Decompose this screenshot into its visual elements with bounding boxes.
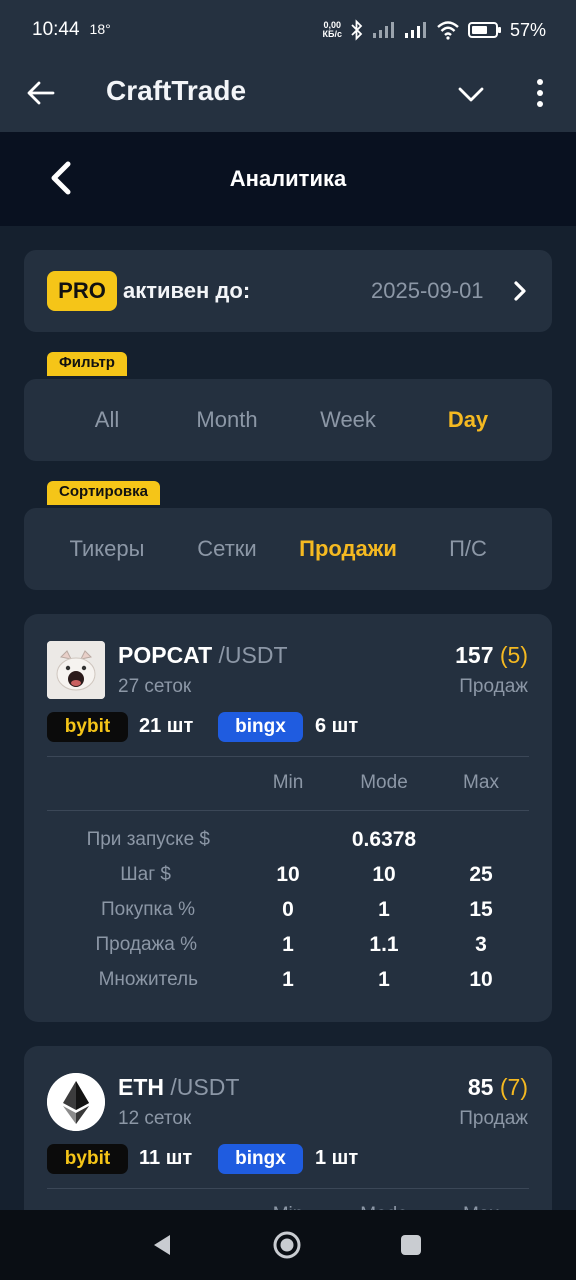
page-header: Аналитика xyxy=(0,132,576,226)
row-value-launch-mode: 0.6378 xyxy=(351,828,417,851)
sales-count: 85 xyxy=(467,1074,494,1100)
filter-tab-day[interactable]: Day xyxy=(408,407,528,433)
sales-label: Продаж xyxy=(459,1108,528,1129)
pro-expiry-date: 2025-09-01 xyxy=(371,278,484,303)
column-max: Max xyxy=(463,772,499,793)
square-recent-icon[interactable] xyxy=(400,1234,422,1256)
ticker-symbol: ETH xyxy=(118,1074,164,1100)
app-title: CraftTrade xyxy=(106,75,247,106)
exchange-badge-bybit: bybit xyxy=(47,1144,128,1174)
filter-tabs: All Month Week Day xyxy=(24,379,552,461)
row-value-step-min: 10 xyxy=(276,863,300,886)
wifi-icon xyxy=(437,21,459,40)
sort-tab-sales[interactable]: Продажи xyxy=(288,536,408,562)
signal-icon xyxy=(372,22,394,38)
network-speed: 0,00 КБ/с xyxy=(323,21,342,39)
ticker-quote: /USDT xyxy=(218,642,288,668)
system-nav-bar xyxy=(0,1210,576,1280)
grid-count: 27 сеток xyxy=(118,676,192,697)
column-mode: Mode xyxy=(360,772,408,793)
filter-tab-month[interactable]: Month xyxy=(167,407,287,433)
row-value-buy-mode: 1 xyxy=(378,898,390,921)
ethereum-icon xyxy=(47,1073,105,1131)
ticker-card-popcat[interactable]: POPCAT /USDT 27 сеток 157 (5) Продаж byb… xyxy=(24,614,552,1022)
sales-total: 85 (7) xyxy=(468,1074,528,1101)
sort-tab-tickers[interactable]: Тикеры xyxy=(47,536,167,562)
circle-home-icon[interactable] xyxy=(272,1230,302,1260)
row-value-buy-min: 0 xyxy=(282,898,294,921)
more-vertical-icon[interactable] xyxy=(530,77,550,109)
sort-tab-grids[interactable]: Сетки xyxy=(167,536,287,562)
status-time: 10:44 xyxy=(32,19,80,40)
row-value-sell-min: 1 xyxy=(282,933,294,956)
row-value-buy-max: 15 xyxy=(469,898,493,921)
pro-subscription-row[interactable]: PRO активен до: 2025-09-01 xyxy=(24,250,552,332)
row-label-launch: При запуске $ xyxy=(86,829,210,850)
divider xyxy=(47,756,529,757)
chevron-right-icon xyxy=(514,281,526,301)
filter-tab-week[interactable]: Week xyxy=(288,407,408,433)
filter-tab-all[interactable]: All xyxy=(47,407,167,433)
row-value-sell-max: 3 xyxy=(475,933,487,956)
sales-extra: (7) xyxy=(499,1074,528,1100)
exchange-badge-bingx: bingx xyxy=(218,712,303,742)
row-value-multiplier-max: 10 xyxy=(469,968,493,991)
row-label-step: Шаг $ xyxy=(120,864,171,885)
ticker-symbol: POPCAT xyxy=(118,642,213,668)
sales-label: Продаж xyxy=(459,676,528,697)
bluetooth-icon xyxy=(351,19,363,41)
battery-icon xyxy=(467,22,501,38)
row-value-multiplier-min: 1 xyxy=(282,968,294,991)
row-value-sell-mode: 1.1 xyxy=(369,933,399,956)
ticker-pair: POPCAT /USDT xyxy=(118,642,288,669)
divider xyxy=(47,1188,529,1189)
chevron-down-icon[interactable] xyxy=(456,80,486,110)
exchange-count-bingx: 6 шт xyxy=(315,715,359,737)
column-min: Min xyxy=(272,772,304,793)
row-label-multiplier: Множитель xyxy=(98,969,198,990)
exchange-count-bybit: 11 шт xyxy=(139,1147,193,1169)
sales-extra: (5) xyxy=(499,642,528,668)
battery-percent: 57% xyxy=(509,19,546,40)
status-temperature: 18° xyxy=(89,21,111,37)
pro-badge: PRO xyxy=(47,271,117,311)
status-icons: 0,00 КБ/с 57% xyxy=(323,19,546,41)
row-value-multiplier-mode: 1 xyxy=(378,968,390,991)
exchange-count-bingx: 1 шт xyxy=(315,1147,359,1169)
triangle-back-icon[interactable] xyxy=(150,1233,174,1257)
eth-avatar xyxy=(47,1073,105,1131)
page-title: Аналитика xyxy=(229,166,347,191)
exchange-badge-bybit: bybit xyxy=(47,712,128,742)
row-value-step-max: 25 xyxy=(469,863,493,886)
divider xyxy=(47,810,529,811)
pro-active-label: активен до: xyxy=(123,278,251,303)
ticker-quote: /USDT xyxy=(170,1074,240,1100)
row-label-buy: Покупка % xyxy=(100,899,195,920)
app-bar: CraftTrade xyxy=(0,60,576,132)
arrow-left-icon[interactable] xyxy=(26,78,56,108)
exchange-badge-bingx: bingx xyxy=(218,1144,303,1174)
status-bar: 10:44 18° 0,00 КБ/с 57% xyxy=(0,0,576,60)
popcat-avatar xyxy=(47,641,105,699)
filter-chip: Фильтр xyxy=(47,352,127,376)
popcat-icon xyxy=(47,641,105,699)
exchange-count-bybit: 21 шт xyxy=(139,715,194,737)
network-speed-unit: КБ/с xyxy=(322,29,342,39)
sales-total: 157 (5) xyxy=(455,642,528,669)
grid-count: 12 сеток xyxy=(118,1108,192,1129)
signal-icon-2 xyxy=(404,22,426,38)
sort-tabs: Тикеры Сетки Продажи П/С xyxy=(24,508,552,590)
row-label-sell: Продажа % xyxy=(95,934,197,955)
row-value-step-mode: 10 xyxy=(372,863,396,886)
sort-tab-ps[interactable]: П/С xyxy=(408,536,528,562)
sort-chip: Сортировка xyxy=(47,481,160,505)
ticker-pair: ETH /USDT xyxy=(118,1074,239,1101)
sales-count: 157 xyxy=(455,642,494,668)
